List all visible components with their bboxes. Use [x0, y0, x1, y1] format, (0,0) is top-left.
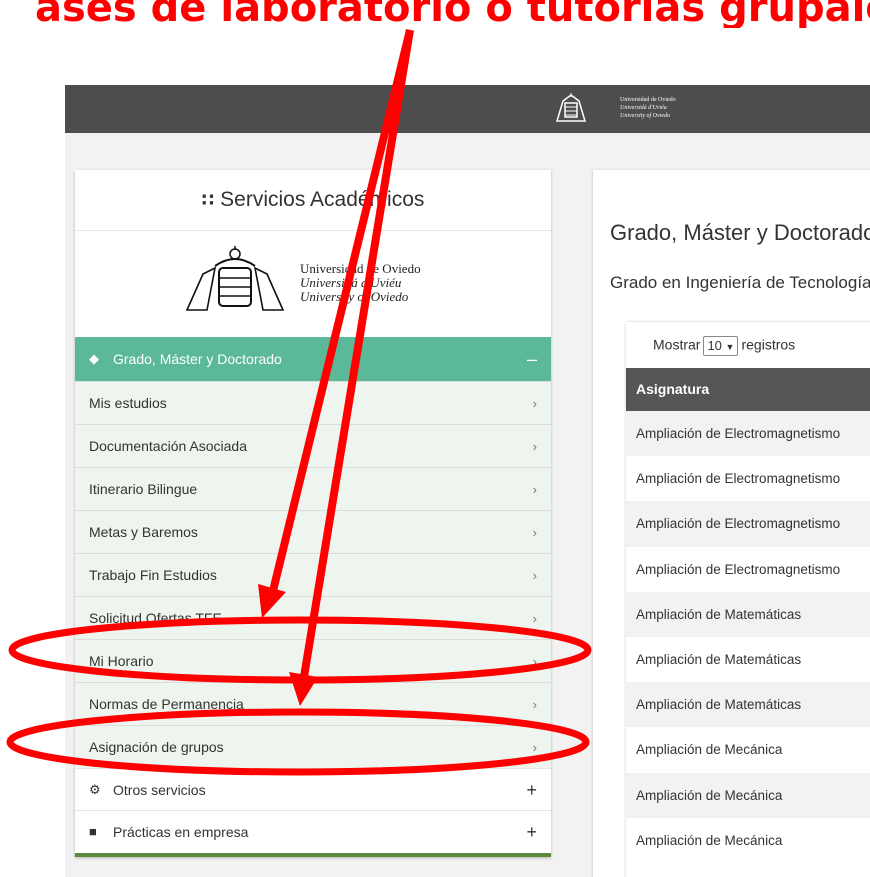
collapse-icon[interactable]: –: [527, 337, 537, 381]
web-page: Universidad de Oviedo Universidá d'Uviéu…: [65, 85, 870, 877]
chevron-right-icon: ›: [532, 525, 537, 540]
chevron-right-icon: ›: [532, 611, 537, 626]
university-name-es: Universidad de Oviedo: [620, 97, 676, 103]
sidebar-title-text: Servicios Académicos: [220, 188, 425, 211]
chevron-right-icon: ›: [532, 654, 537, 669]
page-length-select[interactable]: 10 ▼: [703, 336, 739, 356]
table-row[interactable]: Ampliación de Electromagnetismo: [626, 501, 870, 547]
table-cell: Ampliación de Mecánica: [636, 832, 783, 848]
sidebar-item-itinerario[interactable]: Itinerario Bilingue ›: [75, 467, 551, 510]
caret-down-icon: ▼: [725, 342, 735, 352]
chevron-right-icon: ›: [532, 568, 537, 583]
chevron-right-icon: ›: [532, 482, 537, 497]
sidebar-item-solicitud-tfe[interactable]: Solicitud Ofertas TFE ›: [75, 596, 551, 639]
show-suffix: registros: [741, 336, 796, 353]
table-header[interactable]: Asignatura: [626, 368, 870, 411]
page-length-value: 10: [707, 338, 722, 353]
sidebar-item-label: Metas y Baremos: [89, 524, 198, 540]
sidebar-university-names: Universidad de Oviedo Universidá d'Uviéu…: [300, 262, 421, 304]
sidebar-item-trabajo-fin[interactable]: Trabajo Fin Estudios ›: [75, 553, 551, 596]
university-crest-icon: [185, 246, 285, 311]
sidebar-title: ∷ Servicios Académicos: [75, 188, 551, 212]
section-label: Prácticas en empresa: [113, 824, 249, 840]
sidebar-item-label: Documentación Asociada: [89, 438, 247, 454]
column-header-asignatura: Asignatura: [636, 381, 710, 397]
sidebar-item-normas[interactable]: Normas de Permanencia ›: [75, 682, 551, 725]
page-subtitle: Grado en Ingeniería de Tecnologías: [610, 273, 870, 292]
university-crest-icon: [555, 93, 587, 122]
chevron-right-icon: ›: [532, 740, 537, 755]
sidebar-item-label: Solicitud Ofertas TFE: [89, 610, 222, 626]
table-row[interactable]: Ampliación de Matemáticas: [626, 636, 870, 683]
table-row[interactable]: Ampliación de Electromagnetismo: [626, 456, 870, 502]
table-cell: Ampliación de Mecánica: [636, 787, 783, 803]
table-cell: Ampliación de Matemáticas: [636, 697, 802, 713]
table-cell: Ampliación de Electromagnetismo: [636, 471, 841, 487]
sidebar-item-label: Normas de Permanencia: [89, 696, 244, 712]
page-length-control: Mostrar 10 ▼ registros: [653, 336, 795, 356]
university-name-en: University of Oviedo: [300, 289, 409, 304]
sidebar-item-label: Trabajo Fin Estudios: [89, 567, 217, 583]
table-cell: Ampliación de Electromagnetismo: [636, 561, 841, 577]
table-row[interactable]: Ampliación de Matemáticas: [626, 682, 870, 728]
grid-icon: ∷: [201, 190, 215, 210]
chevron-right-icon: ›: [532, 396, 537, 411]
sidebar-item-label: Mi Horario: [89, 653, 154, 669]
expand-icon[interactable]: +: [526, 811, 537, 853]
chevron-right-icon: ›: [532, 697, 537, 712]
expand-icon[interactable]: +: [526, 769, 537, 811]
sidebar-item-label: Itinerario Bilingue: [89, 481, 198, 497]
sidebar-item-metas[interactable]: Metas y Baremos ›: [75, 510, 551, 553]
sidebar-item-label: Asignación de grupos: [89, 739, 224, 755]
sidebar-menu: Mis estudios › Documentación Asociada › …: [75, 381, 551, 852]
university-name-es: Universidad de Oviedo: [300, 261, 421, 276]
table-row[interactable]: Ampliación de Electromagnetismo: [626, 411, 870, 457]
top-bar: Universidad de Oviedo Universidá d'Uviéu…: [65, 85, 870, 133]
sidebar: ∷ Servicios Académicos Universidad de Ovi…: [75, 170, 551, 857]
table-cell: Ampliación de Mecánica: [636, 742, 783, 758]
section-label: Otros servicios: [113, 782, 206, 798]
university-name-ast: Universidá d'Uviéu: [300, 275, 402, 290]
annotation-caption-text: ases de laboratorio o tutorías grupales,…: [35, 0, 870, 28]
section-header-grado[interactable]: ◆ Grado, Máster y Doctorado –: [75, 337, 551, 381]
subjects-table-panel: Mostrar 10 ▼ registros Asignatura Ampliaci…: [626, 322, 870, 877]
table-cell: Ampliación de Electromagnetismo: [636, 426, 841, 441]
sidebar-item-label: Mis estudios: [89, 395, 167, 411]
sidebar-item-documentacion[interactable]: Documentación Asociada ›: [75, 424, 551, 467]
table-row[interactable]: Ampliación de Matemáticas: [626, 591, 870, 637]
sidebar-item-mis-estudios[interactable]: Mis estudios ›: [75, 381, 551, 424]
table-row[interactable]: Ampliación de Mecánica: [626, 772, 870, 818]
table-cell: Ampliación de Matemáticas: [636, 606, 802, 622]
top-bar-university-names: Universidad de Oviedo Universidá d'Uviéu…: [620, 96, 676, 120]
sidebar-item-mi-horario[interactable]: Mi Horario ›: [75, 639, 551, 682]
annotation-caption: ases de laboratorio o tutorías grupales,…: [0, 0, 870, 28]
sidebar-bottom-border: [75, 853, 551, 857]
section-otros-servicios[interactable]: ⚙ Otros servicios +: [75, 768, 551, 810]
university-name-ast: Universidá d'Uviéu: [620, 105, 667, 111]
section-practicas[interactable]: ■ Prácticas en empresa +: [75, 810, 551, 852]
university-name-en: University of Oviedo: [620, 113, 670, 119]
gear-icon: ⚙: [89, 782, 101, 797]
show-prefix: Mostrar: [653, 336, 701, 353]
graduation-cap-icon: ◆: [89, 351, 99, 366]
sidebar-divider: [75, 230, 551, 231]
sidebar-item-asignacion-grupos[interactable]: Asignación de grupos ›: [75, 725, 551, 768]
table-body: Ampliación de Electromagnetismo Ampliaci…: [626, 411, 870, 863]
table-cell: Ampliación de Electromagnetismo: [636, 516, 841, 532]
page-title: Grado, Máster y Doctorado: [610, 220, 870, 245]
table-row[interactable]: Ampliación de Mecánica: [626, 817, 870, 863]
section-header-label: Grado, Máster y Doctorado: [113, 351, 282, 367]
table-cell: Ampliación de Matemáticas: [636, 651, 802, 667]
table-row[interactable]: Ampliación de Mecánica: [626, 727, 870, 773]
table-row[interactable]: Ampliación de Electromagnetismo: [626, 546, 870, 592]
main-panel: Grado, Máster y Doctorado Grado en Ingen…: [593, 170, 870, 877]
chevron-right-icon: ›: [532, 439, 537, 454]
briefcase-icon: ■: [89, 824, 97, 839]
